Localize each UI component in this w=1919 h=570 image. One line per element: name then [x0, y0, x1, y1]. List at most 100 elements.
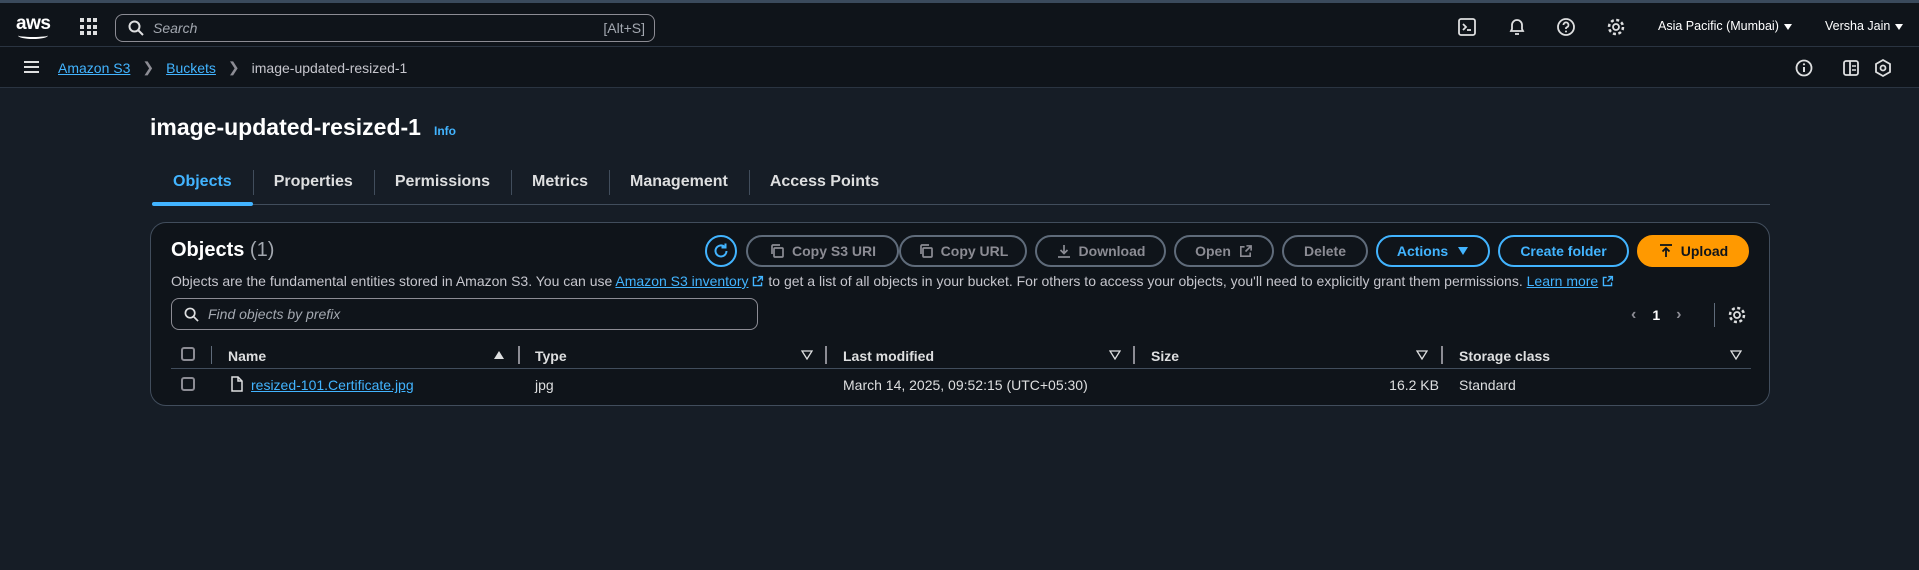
- tab-metrics[interactable]: Metrics: [510, 167, 609, 203]
- sort-icon[interactable]: [1109, 350, 1121, 360]
- column-separator: [211, 346, 212, 364]
- object-name-link[interactable]: resized-101.Certificate.jpg: [251, 377, 414, 393]
- external-link-icon: [753, 275, 764, 287]
- s3-inventory-link[interactable]: Amazon S3 inventory: [615, 273, 748, 289]
- column-header-storage-class[interactable]: Storage class: [1459, 348, 1550, 364]
- description-text: Objects are the fundamental entities sto…: [171, 273, 616, 289]
- objects-description: Objects are the fundamental entities sto…: [171, 273, 1614, 289]
- objects-heading-text: Objects: [171, 239, 245, 261]
- chevron-down-icon: [1783, 23, 1792, 30]
- tab-properties[interactable]: Properties: [252, 167, 374, 203]
- column-header-name[interactable]: Name: [228, 348, 266, 364]
- refresh-button[interactable]: [705, 235, 737, 267]
- upload-button[interactable]: Upload: [1637, 235, 1749, 267]
- search-icon: [128, 20, 144, 36]
- aws-logo-text: aws: [16, 13, 51, 34]
- search-icon: [184, 307, 199, 322]
- global-search-input[interactable]: Search [Alt+S]: [115, 14, 655, 42]
- column-resizer[interactable]: [1441, 346, 1443, 364]
- breadcrumb-bar: Amazon S3 ❯ Buckets ❯ image-updated-resi…: [0, 47, 1919, 88]
- column-header-size[interactable]: Size: [1151, 348, 1179, 364]
- pagination: ‹ 1 ›: [1631, 306, 1681, 324]
- object-size-cell: 16.2 KB: [1389, 377, 1439, 393]
- objects-panel: Objects (1) Copy S3 URI Copy URL Downloa…: [150, 222, 1770, 406]
- download-label: Download: [1078, 243, 1146, 259]
- chevron-right-icon: ❯: [142, 59, 155, 75]
- table-row: resized-101.Certificate.jpg jpg March 14…: [171, 369, 1751, 399]
- learn-more-link[interactable]: Learn more: [1527, 273, 1599, 289]
- sort-icon[interactable]: [1730, 350, 1742, 360]
- services-grid-icon[interactable]: [80, 18, 97, 35]
- caret-down-icon: [1458, 247, 1469, 255]
- open-label: Open: [1195, 243, 1231, 259]
- actions-label: Actions: [1396, 243, 1449, 259]
- tab-bar: Objects Properties Permissions Metrics M…: [152, 167, 1770, 206]
- object-name-cell: resized-101.Certificate.jpg: [251, 377, 414, 393]
- copy-s3-uri-button[interactable]: Copy S3 URI: [746, 235, 899, 267]
- info-link[interactable]: Info: [434, 124, 456, 138]
- feedback-icon[interactable]: [1873, 58, 1893, 78]
- create-folder-label: Create folder: [1520, 243, 1607, 259]
- copy-url-button[interactable]: Copy URL: [899, 235, 1027, 267]
- breadcrumb-amazon-s3[interactable]: Amazon S3: [58, 60, 130, 76]
- breadcrumb-buckets[interactable]: Buckets: [166, 60, 216, 76]
- sort-ascending-icon[interactable]: [493, 350, 505, 360]
- cloudshell-icon[interactable]: [1457, 17, 1477, 37]
- menu-icon[interactable]: [24, 61, 39, 73]
- tab-management[interactable]: Management: [609, 167, 749, 203]
- notifications-bell-icon[interactable]: [1507, 17, 1527, 37]
- next-page-icon[interactable]: ›: [1676, 306, 1681, 324]
- help-icon[interactable]: [1556, 17, 1576, 37]
- page-title: image-updated-resized-1: [150, 114, 421, 140]
- open-button[interactable]: Open: [1174, 235, 1274, 267]
- breadcrumb: Amazon S3 ❯ Buckets ❯ image-updated-resi…: [58, 59, 407, 76]
- objects-count: (1): [249, 239, 275, 261]
- sort-icon[interactable]: [801, 350, 813, 360]
- actions-dropdown-button[interactable]: Actions: [1376, 235, 1490, 267]
- tab-access-points[interactable]: Access Points: [748, 167, 900, 203]
- external-link-icon: [1239, 244, 1252, 257]
- user-name: Versha Jain: [1825, 19, 1891, 33]
- file-icon: [231, 376, 243, 392]
- refresh-icon: [714, 243, 728, 258]
- search-shortcut: [Alt+S]: [603, 20, 645, 36]
- settings-gear-icon[interactable]: [1606, 17, 1626, 37]
- region-selector[interactable]: Asia Pacific (Mumbai): [1658, 19, 1792, 33]
- download-icon: [1057, 245, 1070, 258]
- description-text-2: to get a list of all objects in your buc…: [764, 273, 1523, 289]
- filter-placeholder: Find objects by prefix: [208, 306, 341, 322]
- copy-url-label: Copy URL: [940, 243, 1009, 259]
- column-header-type[interactable]: Type: [535, 348, 567, 364]
- objects-heading: Objects (1): [171, 239, 274, 262]
- tab-permissions[interactable]: Permissions: [373, 167, 511, 203]
- tab-objects[interactable]: Objects: [152, 167, 253, 206]
- create-folder-button[interactable]: Create folder: [1498, 235, 1629, 267]
- select-all-checkbox[interactable]: [181, 347, 195, 361]
- aws-logo[interactable]: aws: [16, 13, 51, 39]
- object-type-cell: jpg: [535, 377, 554, 393]
- column-header-last-modified[interactable]: Last modified: [843, 348, 934, 364]
- column-resizer[interactable]: [518, 346, 520, 364]
- sort-icon[interactable]: [1416, 350, 1428, 360]
- notes-panel-icon[interactable]: [1841, 58, 1861, 78]
- info-panel-icon[interactable]: [1794, 58, 1814, 78]
- search-placeholder: Search: [153, 20, 198, 36]
- object-last-modified-cell: March 14, 2025, 09:52:15 (UTC+05:30): [843, 377, 1088, 393]
- copy-icon: [771, 244, 784, 258]
- account-menu[interactable]: Versha Jain: [1825, 19, 1904, 33]
- delete-label: Delete: [1303, 243, 1347, 259]
- column-resizer[interactable]: [1133, 346, 1135, 364]
- find-objects-input[interactable]: Find objects by prefix: [171, 298, 758, 330]
- table-preferences-gear-icon[interactable]: [1727, 305, 1747, 325]
- previous-page-icon[interactable]: ‹: [1631, 306, 1636, 324]
- top-navigation-bar: aws Search [Alt+S] Asia Pacific (Mumbai)…: [0, 0, 1919, 47]
- upload-label: Upload: [1680, 243, 1729, 259]
- breadcrumb-current: image-updated-resized-1: [251, 59, 408, 76]
- upload-icon: [1659, 244, 1672, 257]
- column-resizer[interactable]: [825, 346, 827, 364]
- copy-icon: [919, 244, 933, 258]
- row-checkbox[interactable]: [181, 377, 195, 391]
- page-number[interactable]: 1: [1652, 307, 1660, 323]
- delete-button[interactable]: Delete: [1282, 235, 1368, 267]
- download-button[interactable]: Download: [1035, 235, 1166, 267]
